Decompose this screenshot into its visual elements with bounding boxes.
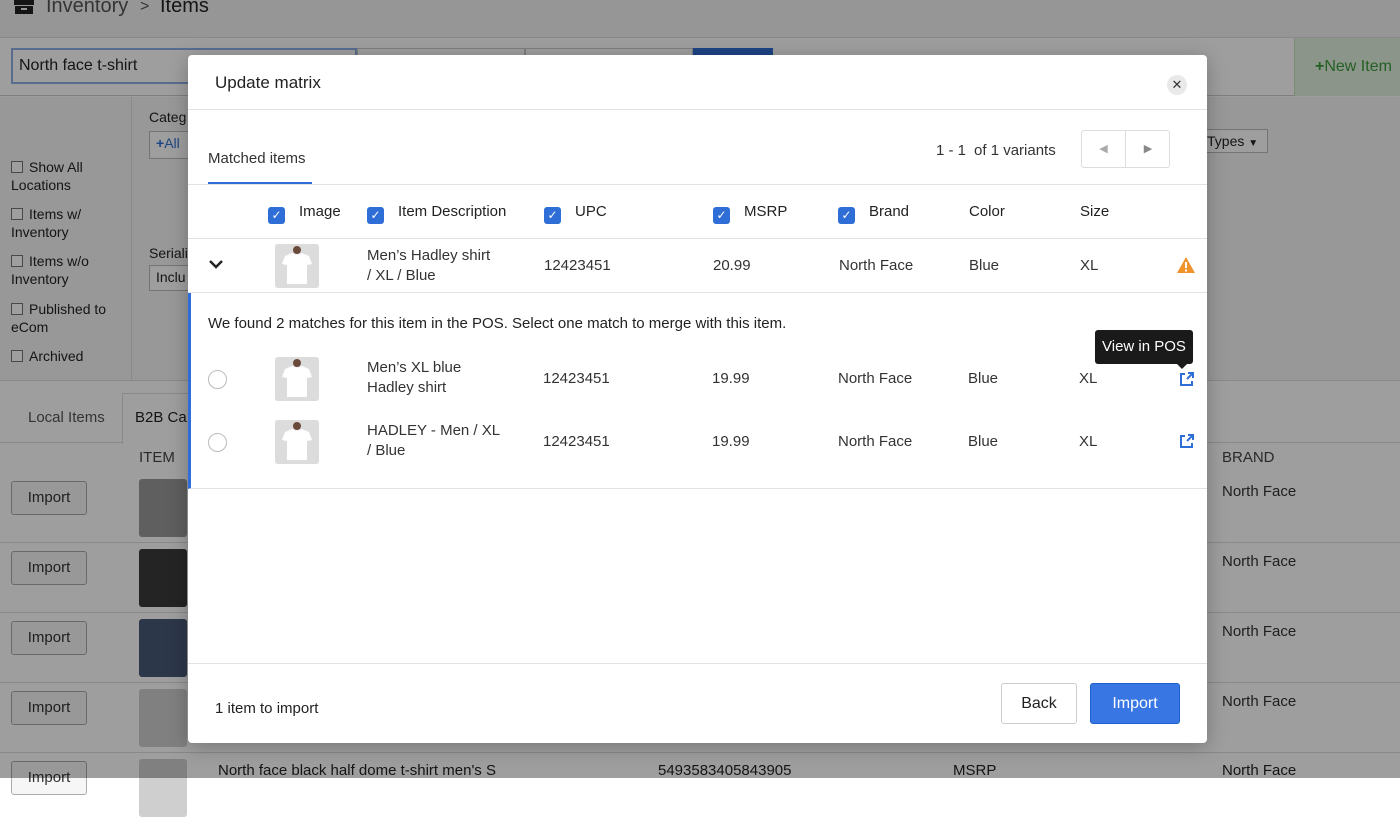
match-description: HADLEY - Men / XL / Blue — [367, 421, 500, 461]
column-image-label: Image — [299, 203, 341, 220]
back-button[interactable]: Back — [1001, 683, 1077, 724]
external-link-icon[interactable] — [1179, 433, 1195, 449]
match-brand: North Face — [838, 433, 913, 450]
checkbox-checked-icon[interactable]: ✓ — [713, 207, 730, 224]
previous-page-button[interactable]: ◀ — [1082, 131, 1126, 167]
item-color: Blue — [969, 257, 1000, 274]
match-msrp: 19.99 — [712, 370, 750, 387]
column-color: Color — [969, 203, 1005, 220]
chevron-right-icon: ▶ — [1143, 143, 1153, 155]
description-line: Hadley shirt — [367, 379, 447, 396]
column-description-label: Item Description — [398, 203, 507, 220]
collapse-chevron-icon[interactable] — [208, 257, 224, 275]
pagination-summary: 1 - 1 of 1 variants — [936, 142, 1056, 159]
match-radio-button[interactable] — [208, 433, 227, 452]
column-msrp-label: MSRP — [744, 203, 788, 220]
item-description: Men’s Hadley shirt / XL / Blue — [367, 246, 490, 286]
pagination-total: of 1 variants — [974, 142, 1056, 159]
update-matrix-modal: Update matrix ✕ Matched items 1 - 1 of 1 … — [188, 55, 1207, 743]
item-upc: 12423451 — [544, 257, 611, 274]
chevron-left-icon: ◀ — [1099, 143, 1108, 155]
description-line: / Blue — [367, 442, 406, 459]
match-upc: 12423451 — [543, 433, 610, 450]
checkbox-checked-icon[interactable]: ✓ — [838, 207, 855, 224]
product-thumbnail — [275, 357, 319, 401]
description-line: Men’s Hadley shirt — [367, 247, 491, 264]
item-msrp: 20.99 — [713, 257, 751, 274]
description-line: HADLEY - Men / XL — [367, 422, 501, 439]
column-brand-label: Brand — [869, 203, 910, 220]
match-color: Blue — [968, 370, 999, 387]
column-size: Size — [1080, 203, 1110, 220]
checkbox-checked-icon[interactable]: ✓ — [544, 207, 561, 224]
match-brand: North Face — [838, 370, 913, 387]
items-to-import-count: 1 item to import — [215, 700, 319, 717]
modal-header: Update matrix ✕ — [188, 55, 1207, 110]
column-description[interactable]: ✓ Item Description — [367, 203, 506, 224]
match-size: XL — [1079, 433, 1098, 450]
match-msrp: 19.99 — [712, 433, 750, 450]
description-line: Men’s XL blue — [367, 359, 462, 376]
product-thumbnail — [275, 420, 319, 464]
column-brand[interactable]: ✓ Brand — [838, 203, 909, 224]
match-message: We found 2 matches for this item in the … — [208, 315, 787, 332]
match-description: Men’s XL blue Hadley shirt — [367, 358, 461, 398]
checkbox-checked-icon[interactable]: ✓ — [268, 207, 285, 224]
import-button[interactable]: Import — [1090, 683, 1180, 724]
match-size: XL — [1079, 370, 1098, 387]
modal-title: Update matrix — [215, 73, 321, 92]
description-line: / XL / Blue — [367, 267, 436, 284]
next-page-button[interactable]: ▶ — [1126, 131, 1170, 167]
view-in-pos-tooltip: View in POS — [1095, 330, 1193, 369]
pagination-range: 1 - 1 — [936, 142, 967, 159]
pagination-controls: ◀ ▶ — [1081, 130, 1170, 168]
match-upc: 12423451 — [543, 370, 610, 387]
match-radio-button[interactable] — [208, 370, 227, 389]
product-thumbnail — [275, 244, 319, 288]
item-size: XL — [1080, 257, 1099, 274]
warning-icon — [1177, 257, 1195, 273]
column-image[interactable]: ✓ Image — [268, 203, 341, 224]
checkbox-checked-icon[interactable]: ✓ — [367, 207, 384, 224]
column-msrp[interactable]: ✓ MSRP — [713, 203, 787, 224]
matrix-item-row: Men’s Hadley shirt / XL / Blue 12423451 … — [188, 239, 1207, 293]
column-upc-label: UPC — [575, 203, 607, 220]
close-icon[interactable]: ✕ — [1167, 75, 1187, 95]
item-brand: North Face — [839, 257, 914, 274]
matrix-table-header: ✓ Image ✓ Item Description ✓ UPC ✓ MSRP ✓ Bra… — [188, 185, 1207, 239]
modal-footer: 1 item to import Back Import — [188, 663, 1207, 743]
pos-matches-panel: We found 2 matches for this item in the … — [188, 293, 1207, 489]
column-upc[interactable]: ✓ UPC — [544, 203, 607, 224]
tab-matched-items[interactable]: Matched items — [208, 150, 306, 167]
match-color: Blue — [968, 433, 999, 450]
